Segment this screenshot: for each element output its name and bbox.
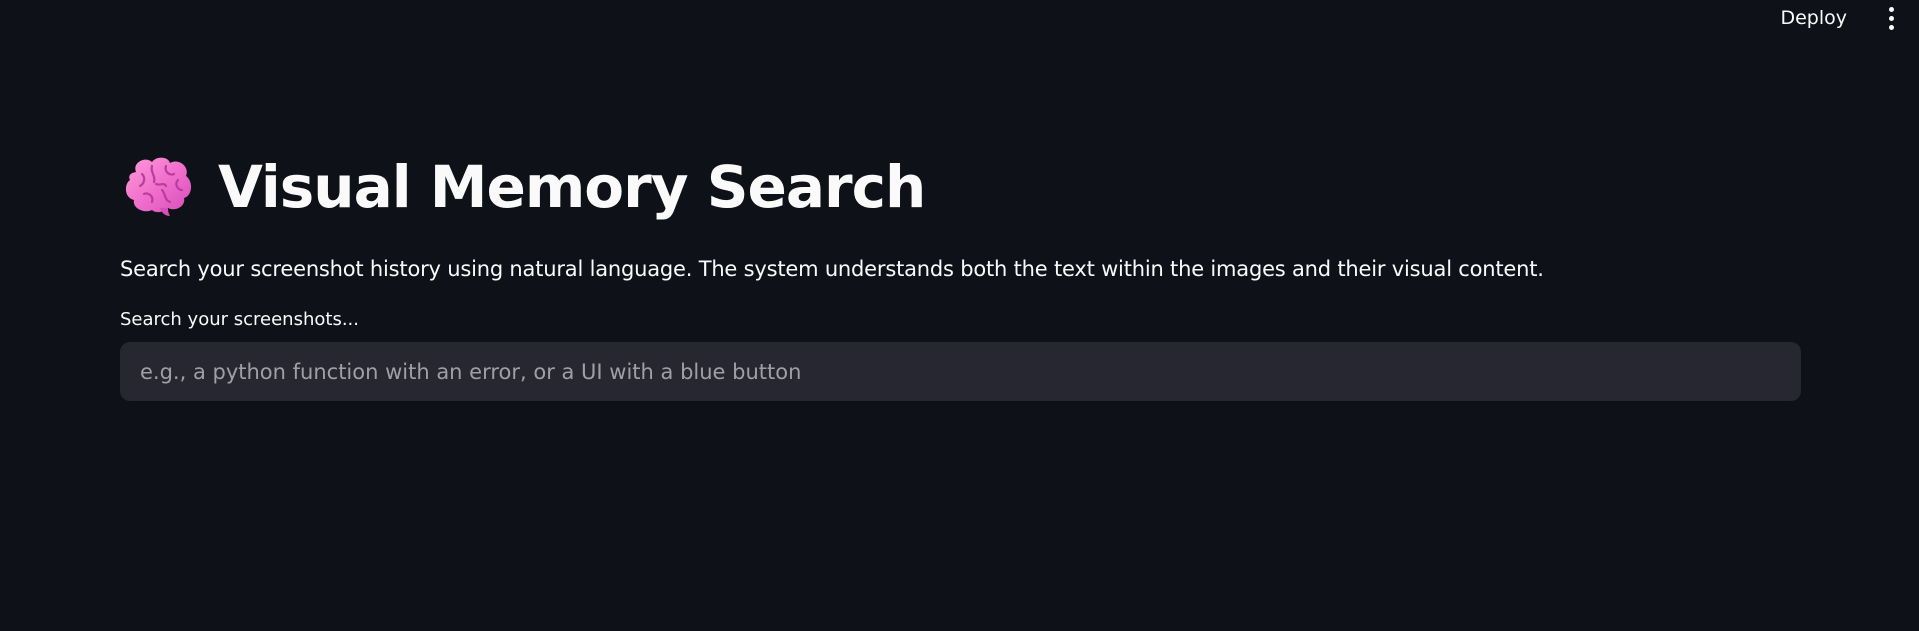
app-page: Deploy Visual Memory Search Search your … — [0, 0, 1919, 631]
page-title: Visual Memory Search — [218, 153, 926, 221]
page-description: Search your screenshot history using nat… — [120, 257, 1544, 281]
search-label: Search your screenshots... — [120, 309, 359, 330]
title-row: Visual Memory Search — [120, 148, 1801, 226]
search-input[interactable] — [140, 359, 1781, 384]
brain-icon — [120, 152, 196, 222]
menu-dot — [1888, 6, 1894, 12]
search-field[interactable] — [120, 342, 1801, 401]
menu-dot — [1888, 15, 1894, 21]
header-toolbar: Deploy — [1768, 0, 1919, 36]
deploy-button[interactable]: Deploy — [1768, 3, 1859, 33]
vertical-ellipsis-icon[interactable] — [1881, 4, 1901, 32]
menu-dot — [1888, 24, 1894, 30]
main-content: Visual Memory Search Search your screens… — [120, 148, 1801, 401]
